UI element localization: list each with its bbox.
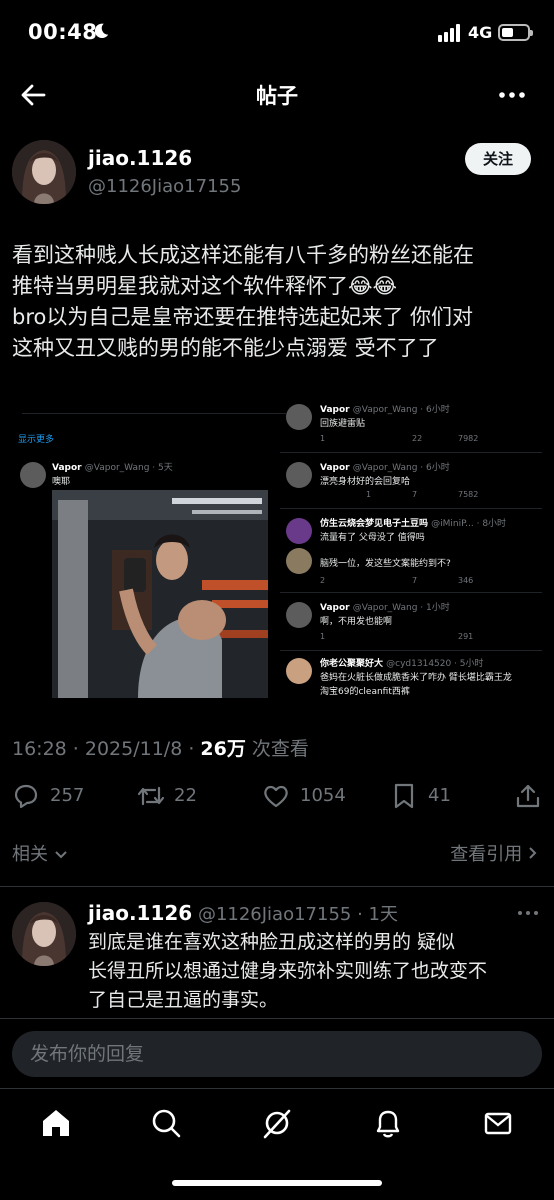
media-tweet-text: 回族避雷贴 [320,419,366,429]
bookmark-button[interactable]: 41 [390,782,460,810]
reply-composer: 发布你的回复 [0,1018,554,1088]
media-divider [22,392,286,414]
media-tweet-stats: 1 291 [320,632,474,641]
media-tweet-stats: 1 22 7982 [320,434,479,443]
media-tweet-name: Vapor @Vapor_Wang · 6小时 [320,405,450,415]
post-text: 看到这种贱人长成这样还能有八千多的粉丝还能在 推特当男明星我就对这个软件释怀了😂… [12,240,546,364]
media-divider [280,650,542,651]
media-tweet-name: 你老公聚聚好大 @cyd1314520 · 5小时 [320,659,484,669]
media-tweet-text: 漂亮身材好的会回复哈 [320,477,411,487]
reply-header[interactable]: jiao.1126 @1126Jiao17155 · 1天 [88,900,398,926]
author-name[interactable]: jiao.1126 [88,146,192,170]
media-avatar [286,602,312,628]
share-button[interactable] [514,782,544,810]
home-indicator [172,1180,382,1186]
media-avatar [286,518,312,544]
battery-icon [498,24,533,41]
related-toggle[interactable]: 相关 [12,840,68,866]
media-tweet-text: 流量有了 父母没了 值得吗 [320,533,425,543]
media-divider [280,452,542,453]
search-icon[interactable] [150,1107,182,1139]
follow-button[interactable]: 关注 [465,143,531,175]
view-count: 26万 [200,738,246,760]
media-tweet-text: 淘宝69的cleanfit西裤 [320,687,410,697]
gym-selfie-photo [52,490,268,698]
media-tweet-stats: 1 7 7582 [366,490,479,499]
reply-input[interactable]: 发布你的回复 [12,1031,542,1077]
author-avatar[interactable] [12,140,76,204]
status-bar: 00:48 4G [0,0,554,66]
media-avatar [286,548,312,574]
media-tweet-name: Vapor @Vapor_Wang · 5天 [52,463,173,473]
home-icon[interactable] [40,1107,72,1139]
media-divider [280,508,542,509]
post-text-line: 这种又丑又贱的男的能不能少点溺爱 受不了了 [12,336,439,360]
post-media-image[interactable]: 显示更多 Vapor @Vapor_Wang · 5天 噢耶 Vapor @Va… [12,392,542,700]
media-tweet-text: 噢耶 [52,477,71,487]
page-title: 帖子 [256,84,298,108]
media-tweet-text: 爸妈在火脏长做成脆香米了咋办 臂长堪比霸王龙 [320,673,512,683]
media-tweet-stats: 2 7 346 [320,576,474,585]
media-tweet-name: 仿生云烧会梦见电子土豆吗 @iMiniP... · 8小时 [320,519,507,529]
like-button[interactable]: 1054 [262,782,362,810]
messages-icon[interactable] [482,1107,514,1139]
section-divider [0,886,554,887]
reply-text: 到底是谁在喜欢这种脸丑成这样的男的 疑似 长得丑所以想通过健身来弥补实则练了也改… [88,931,488,1011]
reply-more-icon[interactable] [516,906,540,920]
chevron-down-icon [55,851,67,859]
status-time: 00:48 [28,20,98,44]
network-type: 4G [468,23,493,42]
media-avatar [286,404,312,430]
notifications-icon[interactable] [372,1107,404,1139]
author-handle[interactable]: @1126Jiao17155 [88,176,241,197]
media-tweet-name: Vapor @Vapor_Wang · 6小时 [320,463,450,473]
repost-button[interactable]: 22 [136,782,216,810]
post-meta: 16:28 · 2025/11/8 · 26万 次查看 [12,738,309,760]
reply-button[interactable]: 257 [12,782,92,810]
view-quotes-link[interactable]: 查看引用 [450,840,538,866]
post-text-line: 推特当男明星我就对这个软件释怀了😂😂 [12,274,398,298]
top-bar: 帖子 [0,66,554,124]
heart-icon [264,785,288,808]
media-tweet-text: 啊，不用发也能啊 [320,617,393,627]
media-tweet-name: Vapor @Vapor_Wang · 1小时 [320,603,450,613]
post-text-line: bro以为自己是皇帝还要在推特选起妃来了 你们对 [12,305,474,329]
post-actions: 257 22 1054 41 [0,776,554,816]
bookmark-icon [394,783,414,809]
media-avatar [20,462,46,488]
media-avatar [286,462,312,488]
moon-icon [94,23,109,39]
more-options-icon[interactable] [496,80,528,110]
repost-icon [137,786,165,806]
media-divider [280,592,542,593]
reply-icon [14,784,38,809]
media-avatar [286,658,312,684]
reply-avatar[interactable] [12,902,76,966]
signal-icon [438,24,460,42]
media-tweet-text: 脑残一位，发这些文案能约到不? [320,559,451,569]
media-show-more: 显示更多 [18,435,55,445]
post-text-line: 看到这种贱人长成这样还能有八千多的粉丝还能在 [12,243,474,267]
share-icon [516,784,540,808]
chevron-right-icon [529,847,537,859]
grok-icon[interactable] [261,1107,293,1139]
